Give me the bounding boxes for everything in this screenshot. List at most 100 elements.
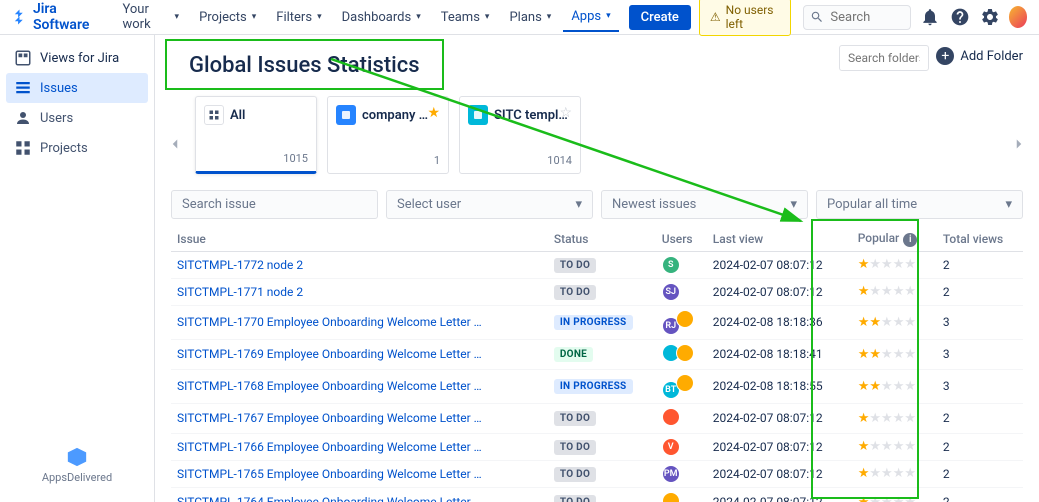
- issue-link[interactable]: SITCTMPL-1772 node 2: [177, 258, 303, 272]
- issue-cell: SITCTMPL-1772 node 2: [171, 251, 548, 278]
- search-issue-input[interactable]: [182, 197, 367, 212]
- chevron-down-icon: ▾: [1005, 197, 1012, 212]
- issues-table: IssueStatusUsersLast viewPopulariTotal v…: [171, 227, 1023, 502]
- table-row: SITCTMPL-1764 Employee Onboarding Welcom…: [171, 487, 1023, 502]
- status-badge: IN PROGRESS: [554, 379, 633, 394]
- status-cell: IN PROGRESS: [548, 305, 656, 339]
- user-avatar[interactable]: [676, 344, 694, 362]
- sidebar-item-projects[interactable]: Projects: [6, 133, 148, 163]
- issue-link[interactable]: SITCTMPL-1766 Employee Onboarding Welcom…: [177, 440, 482, 454]
- search-folders[interactable]: [839, 45, 929, 71]
- settings-icon[interactable]: [979, 4, 1001, 30]
- users-icon: [14, 109, 32, 127]
- sidebar-item-users[interactable]: Users: [6, 103, 148, 133]
- nav-apps[interactable]: Apps: [563, 5, 618, 32]
- popular-filter[interactable]: Popular all time▾: [816, 190, 1023, 219]
- nav-plans[interactable]: Plans: [501, 6, 559, 29]
- status-badge: TO DO: [554, 495, 596, 502]
- status-cell: TO DO: [548, 487, 656, 502]
- lastview-cell: 2024-02-07 08:07:12: [707, 487, 852, 502]
- issue-link[interactable]: SITCTMPL-1767 Employee Onboarding Welcom…: [177, 411, 482, 425]
- col-last-view[interactable]: Last view: [707, 227, 852, 251]
- views-cell: 3: [937, 339, 1023, 369]
- search-folders-input[interactable]: [839, 45, 929, 71]
- folder-card[interactable]: SITC templ…☆1014: [459, 96, 581, 174]
- help-icon[interactable]: [949, 4, 971, 30]
- user-avatar[interactable]: PM: [662, 465, 680, 483]
- create-button[interactable]: Create: [629, 5, 691, 30]
- col-total-views[interactable]: Total views: [937, 227, 1023, 251]
- popular-cell: ★★★★★: [852, 403, 937, 433]
- status-cell: DONE: [548, 339, 656, 369]
- table-row: SITCTMPL-1766 Employee Onboarding Welcom…: [171, 433, 1023, 460]
- star-icon[interactable]: ★: [427, 105, 440, 121]
- user-avatar[interactable]: [676, 374, 694, 392]
- select-user-filter[interactable]: Select user▾: [386, 190, 593, 219]
- issue-cell: SITCTMPL-1769 Employee Onboarding Welcom…: [171, 339, 548, 369]
- popular-cell: ★★★★★: [852, 487, 937, 502]
- issue-link[interactable]: SITCTMPL-1768 Employee Onboarding Welcom…: [177, 379, 482, 393]
- filters-row: Select user▾ Newest issues▾ Popular all …: [155, 184, 1039, 227]
- status-badge: DONE: [554, 347, 593, 362]
- add-folder-button[interactable]: + Add Folder: [936, 47, 1023, 65]
- popular-cell: ★★★★★: [852, 369, 937, 403]
- search-issue-filter[interactable]: [171, 190, 378, 219]
- chevron-down-icon: ▾: [790, 197, 797, 212]
- product-name: Jira Software: [33, 1, 103, 33]
- issue-link[interactable]: SITCTMPL-1770 Employee Onboarding Welcom…: [177, 315, 482, 329]
- table-row: SITCTMPL-1765 Employee Onboarding Welcom…: [171, 460, 1023, 487]
- users-alert[interactable]: ⚠ No users left: [699, 0, 792, 36]
- nav-projects[interactable]: Projects: [191, 6, 264, 29]
- nav-dashboards[interactable]: Dashboards: [334, 6, 429, 29]
- user-avatar[interactable]: [662, 408, 680, 426]
- scroll-left-button[interactable]: [161, 130, 189, 158]
- views-cell: 2: [937, 433, 1023, 460]
- views-cell: 2: [937, 278, 1023, 305]
- issue-cell: SITCTMPL-1764 Employee Onboarding Welcom…: [171, 487, 548, 502]
- appsdelivered-icon: [66, 446, 88, 468]
- issue-link[interactable]: SITCTMPL-1771 node 2: [177, 285, 303, 299]
- info-icon[interactable]: i: [903, 233, 917, 247]
- global-search[interactable]: [803, 5, 911, 30]
- sidebar-app-title[interactable]: Views for Jira: [6, 43, 148, 73]
- issue-link[interactable]: SITCTMPL-1769 Employee Onboarding Welcom…: [177, 347, 482, 361]
- sidebar-item-issues[interactable]: Issues: [6, 73, 148, 103]
- issue-link[interactable]: SITCTMPL-1764 Employee Onboarding Welcom…: [177, 495, 482, 502]
- user-avatar[interactable]: V: [662, 438, 680, 456]
- warning-icon: ⚠: [710, 10, 721, 24]
- col-status[interactable]: Status: [548, 227, 656, 251]
- scroll-right-button[interactable]: [1005, 130, 1033, 158]
- user-avatar[interactable]: SJ: [662, 283, 680, 301]
- nav-your-work[interactable]: Your work: [115, 0, 188, 36]
- folder-card[interactable]: company …★1: [327, 96, 449, 174]
- col-users[interactable]: Users: [656, 227, 707, 251]
- star-icon[interactable]: ☆: [559, 105, 572, 121]
- user-avatar[interactable]: [662, 492, 680, 502]
- profile-avatar[interactable]: [1009, 6, 1027, 28]
- status-cell: TO DO: [548, 403, 656, 433]
- user-avatar[interactable]: S: [662, 256, 680, 274]
- notifications-icon[interactable]: [919, 4, 941, 30]
- plus-icon: +: [936, 47, 954, 65]
- col-popular[interactable]: Populari: [852, 227, 937, 251]
- jira-logo[interactable]: Jira Software: [12, 1, 103, 33]
- chevron-down-icon: ▾: [575, 197, 582, 212]
- issue-cell: SITCTMPL-1765 Employee Onboarding Welcom…: [171, 460, 548, 487]
- lastview-cell: 2024-02-07 08:07:12: [707, 278, 852, 305]
- folder-count: 1015: [283, 152, 308, 165]
- nav-teams[interactable]: Teams: [433, 6, 498, 29]
- col-issue[interactable]: Issue: [171, 227, 548, 251]
- nav-filters[interactable]: Filters: [268, 6, 329, 29]
- sidebar-footer: AppsDelivered: [6, 446, 148, 494]
- folder-icon: [336, 105, 356, 125]
- sort-filter[interactable]: Newest issues▾: [601, 190, 808, 219]
- views-cell: 2: [937, 460, 1023, 487]
- issue-link[interactable]: SITCTMPL-1765 Employee Onboarding Welcom…: [177, 467, 482, 481]
- users-cell: SJ: [656, 278, 707, 305]
- status-badge: TO DO: [554, 285, 596, 300]
- lastview-cell: 2024-02-07 08:07:12: [707, 403, 852, 433]
- popular-cell: ★★★★★: [852, 433, 937, 460]
- user-avatar[interactable]: [676, 310, 694, 328]
- sidebar: Views for Jira IssuesUsersProjects AppsD…: [0, 35, 155, 502]
- folder-card[interactable]: All1015: [195, 96, 317, 174]
